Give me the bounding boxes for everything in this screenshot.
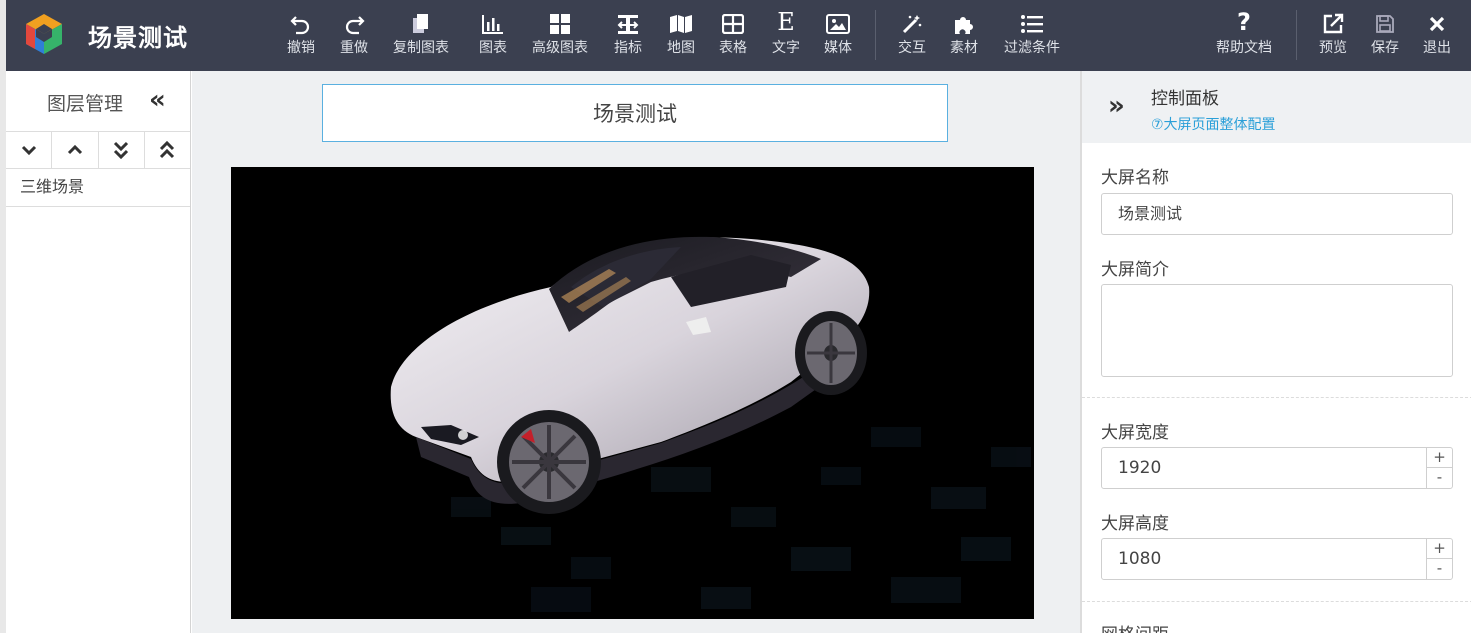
advanced-chart-button[interactable]: 高级图表 (529, 8, 591, 57)
section-divider (1082, 601, 1471, 602)
move-up-button[interactable] (52, 132, 99, 168)
material-button[interactable]: 素材 (946, 8, 982, 57)
layer-panel-header: 图层管理 « (6, 71, 190, 131)
layer-panel: 图层管理 « 三维场景 (0, 71, 191, 633)
preview-button[interactable]: 预览 (1315, 8, 1351, 57)
toolbar-divider (875, 10, 876, 60)
collapse-left-icon[interactable]: « (149, 85, 166, 115)
help-button[interactable]: ? 帮助文档 (1213, 8, 1275, 57)
double-chevron-down-icon (114, 141, 129, 160)
layer-panel-title: 图层管理 (47, 93, 124, 115)
screen-width-value: 1920 (1118, 458, 1162, 478)
copy-icon (390, 8, 452, 36)
screen-width-input[interactable]: 1920 + - (1101, 447, 1453, 489)
map-button[interactable]: 地图 (663, 8, 699, 57)
double-chevron-up-icon (160, 140, 175, 159)
text-icon: E (777, 8, 795, 36)
top-toolbar: 场景测试 撤销 重做 复制图表 图表 高级图表 指标 地图 表格 E 文字 媒体 (0, 0, 1471, 71)
screen-intro-textarea[interactable] (1101, 284, 1453, 377)
increment-button[interactable]: + (1427, 448, 1452, 468)
floppy-disk-icon (1367, 8, 1403, 36)
puzzle-icon (946, 8, 982, 36)
list-icon (1001, 8, 1063, 36)
toolbar-divider (1296, 10, 1297, 60)
control-panel: » 控制面板 ⑦大屏页面整体配置 大屏名称 场景测试 大屏简介 大屏宽度 192… (1080, 71, 1471, 633)
close-icon (1419, 8, 1455, 36)
redo-button[interactable]: 重做 (335, 8, 373, 57)
width-spinner: + - (1426, 448, 1452, 488)
expand-right-icon[interactable]: » (1108, 91, 1125, 121)
screen-name-label: 大屏名称 (1101, 168, 1169, 188)
height-spinner: + - (1426, 539, 1452, 579)
layer-item[interactable]: 三维场景 (6, 169, 190, 207)
copy-chart-button[interactable]: 复制图表 (390, 8, 452, 57)
exit-button[interactable]: 退出 (1419, 8, 1455, 57)
screen-height-label: 大屏高度 (1101, 514, 1169, 534)
magic-wand-icon (894, 8, 930, 36)
undo-button[interactable]: 撤销 (282, 8, 320, 57)
car-render-image (390, 236, 1031, 612)
app-logo-icon (26, 14, 62, 54)
decrement-button[interactable]: - (1427, 559, 1452, 579)
redo-icon (335, 8, 373, 36)
indicator-icon (610, 8, 646, 36)
interaction-button[interactable]: 交互 (894, 8, 930, 57)
table-icon (715, 8, 751, 36)
external-link-icon (1315, 8, 1351, 36)
layer-order-buttons (6, 131, 190, 169)
filter-button[interactable]: 过滤条件 (1001, 8, 1063, 57)
move-top-button[interactable] (145, 132, 190, 168)
save-button[interactable]: 保存 (1367, 8, 1403, 57)
move-bottom-button[interactable] (99, 132, 145, 168)
screen-name-input[interactable]: 场景测试 (1101, 193, 1453, 235)
page-config-help-link[interactable]: ⑦大屏页面整体配置 (1151, 114, 1276, 134)
screen-height-value: 1080 (1118, 549, 1162, 569)
bar-chart-icon (475, 8, 511, 36)
question-icon: ? (1237, 8, 1251, 36)
grid-spacing-label: 网格间距 (1101, 620, 1169, 633)
chevron-up-icon (67, 144, 82, 155)
3d-scene-widget[interactable] (231, 167, 1034, 619)
text-button[interactable]: E 文字 (768, 8, 804, 57)
screen-intro-label: 大屏简介 (1101, 260, 1169, 280)
undo-icon (282, 8, 320, 36)
increment-button[interactable]: + (1427, 539, 1452, 559)
screen-title-box[interactable]: 场景测试 (322, 84, 948, 142)
indicator-button[interactable]: 指标 (610, 8, 646, 57)
chevron-down-icon (21, 145, 36, 156)
decrement-button[interactable]: - (1427, 468, 1452, 488)
screen-height-input[interactable]: 1080 + - (1101, 538, 1453, 580)
map-icon (663, 8, 699, 36)
move-down-button[interactable] (6, 132, 53, 168)
table-button[interactable]: 表格 (715, 8, 751, 57)
control-panel-title: 控制面板 (1151, 89, 1219, 109)
control-panel-header: » 控制面板 ⑦大屏页面整体配置 (1082, 71, 1471, 143)
chart-button[interactable]: 图表 (475, 8, 511, 57)
section-divider (1082, 397, 1471, 398)
media-button[interactable]: 媒体 (820, 8, 856, 57)
editor-canvas: 场景测试 (192, 71, 1080, 633)
app-title: 场景测试 (88, 24, 188, 52)
screen-width-label: 大屏宽度 (1101, 423, 1169, 443)
grid-icon (529, 8, 591, 36)
image-icon (820, 8, 856, 36)
